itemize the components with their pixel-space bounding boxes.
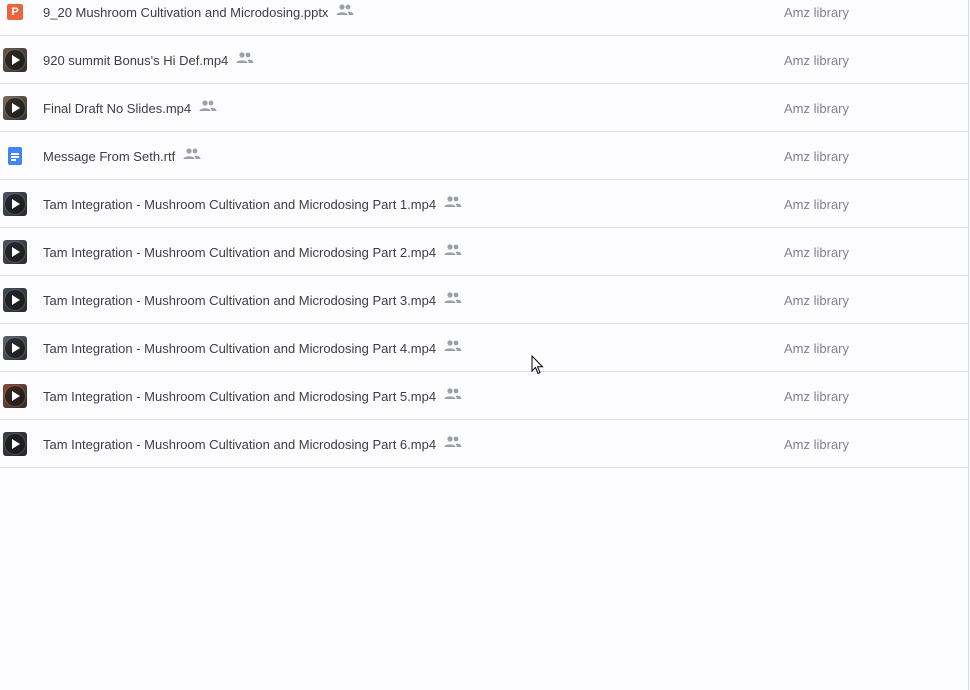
file-name[interactable]: 920 summit Bonus's Hi Def.mp4 bbox=[43, 51, 254, 68]
video-play-icon bbox=[3, 240, 27, 264]
shared-people-icon bbox=[199, 99, 217, 111]
shared-people-icon bbox=[444, 291, 462, 303]
shared-people-icon bbox=[444, 195, 462, 207]
file-name[interactable]: Tam Integration - Mushroom Cultivation a… bbox=[43, 339, 462, 356]
video-play-icon bbox=[3, 96, 27, 120]
file-name[interactable]: Message From Seth.rtf bbox=[43, 147, 201, 164]
file-row[interactable]: P 9_20 Mushroom Cultivation and Microdosi… bbox=[0, 0, 968, 36]
file-row[interactable]: Message From Seth.rtf Amz library bbox=[0, 132, 968, 180]
file-row[interactable]: Tam Integration - Mushroom Cultivation a… bbox=[0, 228, 968, 276]
shared-people-icon bbox=[444, 387, 462, 399]
file-name[interactable]: Tam Integration - Mushroom Cultivation a… bbox=[43, 243, 462, 260]
file-owner: Amz library bbox=[784, 341, 850, 356]
file-row[interactable]: Tam Integration - Mushroom Cultivation a… bbox=[0, 324, 968, 372]
file-row[interactable]: 920 summit Bonus's Hi Def.mp4 Amz library bbox=[0, 36, 968, 84]
file-row[interactable]: Tam Integration - Mushroom Cultivation a… bbox=[0, 420, 968, 468]
file-owner: Amz library bbox=[784, 389, 850, 404]
file-name-label: Tam Integration - Mushroom Cultivation a… bbox=[43, 197, 437, 212]
file-name[interactable]: Final Draft No Slides.mp4 bbox=[43, 99, 217, 116]
shared-people-icon bbox=[444, 243, 462, 255]
file-owner: Amz library bbox=[784, 149, 850, 164]
file-owner: Amz library bbox=[784, 5, 850, 20]
file-row[interactable]: Tam Integration - Mushroom Cultivation a… bbox=[0, 180, 968, 228]
file-name[interactable]: Tam Integration - Mushroom Cultivation a… bbox=[43, 195, 462, 212]
file-name-label: Message From Seth.rtf bbox=[43, 149, 176, 164]
shared-people-icon bbox=[336, 3, 354, 15]
file-name[interactable]: Tam Integration - Mushroom Cultivation a… bbox=[43, 435, 462, 452]
file-name-label: Tam Integration - Mushroom Cultivation a… bbox=[43, 245, 437, 260]
file-name-label: 920 summit Bonus's Hi Def.mp4 bbox=[43, 53, 229, 68]
file-owner: Amz library bbox=[784, 101, 850, 116]
video-play-icon bbox=[3, 432, 27, 456]
file-name-label: Tam Integration - Mushroom Cultivation a… bbox=[43, 437, 437, 452]
video-play-icon bbox=[3, 384, 27, 408]
powerpoint-icon: P bbox=[7, 4, 23, 20]
shared-people-icon bbox=[444, 339, 462, 351]
file-name-label: Final Draft No Slides.mp4 bbox=[43, 101, 192, 116]
file-name-label: 9_20 Mushroom Cultivation and Microdosin… bbox=[43, 5, 329, 20]
file-row[interactable]: Tam Integration - Mushroom Cultivation a… bbox=[0, 276, 968, 324]
file-list: P 9_20 Mushroom Cultivation and Microdosi… bbox=[0, 0, 969, 690]
file-name-label: Tam Integration - Mushroom Cultivation a… bbox=[43, 293, 437, 308]
document-icon bbox=[8, 147, 22, 165]
file-name[interactable]: 9_20 Mushroom Cultivation and Microdosin… bbox=[43, 3, 354, 20]
file-name-label: Tam Integration - Mushroom Cultivation a… bbox=[43, 389, 437, 404]
file-owner: Amz library bbox=[784, 245, 850, 260]
mouse-cursor-icon bbox=[531, 355, 544, 375]
file-owner: Amz library bbox=[784, 437, 850, 452]
file-name-label: Tam Integration - Mushroom Cultivation a… bbox=[43, 341, 437, 356]
video-play-icon bbox=[3, 192, 27, 216]
video-play-icon bbox=[3, 336, 27, 360]
shared-people-icon bbox=[183, 147, 201, 159]
file-name[interactable]: Tam Integration - Mushroom Cultivation a… bbox=[43, 291, 462, 308]
file-owner: Amz library bbox=[784, 197, 850, 212]
shared-people-icon bbox=[236, 51, 254, 63]
shared-people-icon bbox=[444, 435, 462, 447]
file-row[interactable]: Tam Integration - Mushroom Cultivation a… bbox=[0, 372, 968, 420]
video-play-icon bbox=[3, 288, 27, 312]
file-row[interactable]: Final Draft No Slides.mp4 Amz library bbox=[0, 84, 968, 132]
file-owner: Amz library bbox=[784, 293, 850, 308]
file-name[interactable]: Tam Integration - Mushroom Cultivation a… bbox=[43, 387, 462, 404]
video-play-icon bbox=[3, 48, 27, 72]
file-owner: Amz library bbox=[784, 53, 850, 68]
